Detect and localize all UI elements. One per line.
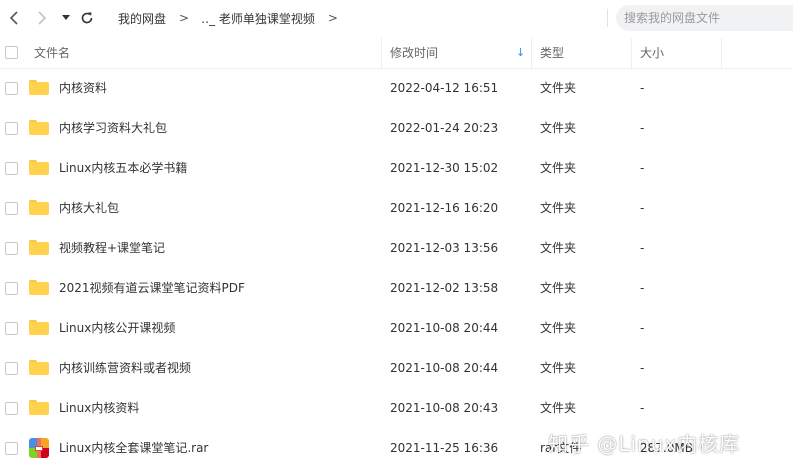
file-modified: 2021-10-08 20:44 bbox=[390, 321, 499, 335]
search-box bbox=[616, 5, 793, 31]
history-dropdown-button[interactable] bbox=[55, 7, 77, 29]
file-name[interactable]: 内核大礼包 bbox=[59, 188, 119, 228]
table-row[interactable]: 视频教程+课堂笔记 2021-12-03 13:56 文件夹 - bbox=[0, 228, 793, 268]
row-checkbox[interactable] bbox=[5, 122, 18, 135]
rar-archive-icon bbox=[29, 438, 49, 458]
column-header-modified[interactable]: 修改时间 bbox=[390, 38, 438, 68]
folder-icon bbox=[29, 320, 49, 335]
table-row[interactable]: 2021视频有道云课堂笔记资料PDF 2021-12-02 13:58 文件夹 … bbox=[0, 268, 793, 308]
file-name[interactable]: Linux内核全套课堂笔记.rar bbox=[59, 428, 208, 468]
file-type: 文件夹 bbox=[540, 241, 577, 255]
file-size: - bbox=[640, 321, 645, 335]
table-row[interactable]: 内核训练营资料或者视频 2021-10-08 20:44 文件夹 - bbox=[0, 348, 793, 388]
back-button[interactable] bbox=[3, 7, 25, 29]
file-name[interactable]: 内核学习资料大礼包 bbox=[59, 108, 167, 148]
file-type: 文件夹 bbox=[540, 201, 577, 215]
watermark: 知乎 @Linux内核库 bbox=[548, 432, 741, 456]
file-size: - bbox=[640, 361, 645, 375]
folder-icon bbox=[29, 280, 49, 295]
refresh-icon bbox=[81, 12, 93, 24]
file-name[interactable]: 内核训练营资料或者视频 bbox=[59, 348, 191, 388]
file-modified: 2021-12-03 13:56 bbox=[390, 241, 499, 255]
file-type: 文件夹 bbox=[540, 281, 577, 295]
file-type: 文件夹 bbox=[540, 401, 577, 415]
file-size: - bbox=[640, 121, 645, 135]
row-checkbox[interactable] bbox=[5, 282, 18, 295]
chevron-right-icon bbox=[38, 11, 47, 25]
toolbar-divider bbox=[607, 9, 608, 27]
folder-icon bbox=[29, 160, 49, 175]
table-row[interactable]: 内核资料 2022-04-12 16:51 文件夹 - bbox=[0, 68, 793, 108]
file-name[interactable]: Linux内核资料 bbox=[59, 388, 139, 428]
file-type: 文件夹 bbox=[540, 161, 577, 175]
column-header-type[interactable]: 类型 bbox=[540, 38, 564, 68]
file-type: 文件夹 bbox=[540, 121, 577, 135]
table-row[interactable]: Linux内核资料 2021-10-08 20:43 文件夹 - bbox=[0, 388, 793, 428]
folder-icon bbox=[29, 400, 49, 415]
caret-down-icon bbox=[62, 15, 70, 20]
column-header-size[interactable]: 大小 bbox=[640, 38, 664, 68]
folder-icon bbox=[29, 200, 49, 215]
file-name[interactable]: Linux内核公开课视频 bbox=[59, 308, 175, 348]
file-modified: 2021-11-25 16:36 bbox=[390, 441, 499, 455]
row-checkbox[interactable] bbox=[5, 402, 18, 415]
chevron-left-icon bbox=[9, 11, 18, 25]
folder-icon bbox=[29, 240, 49, 255]
file-size: - bbox=[640, 241, 645, 255]
sort-down-arrow-icon[interactable]: ↓ bbox=[516, 38, 525, 68]
file-modified: 2021-12-30 15:02 bbox=[390, 161, 499, 175]
file-name[interactable]: 内核资料 bbox=[59, 68, 107, 108]
column-divider bbox=[631, 38, 632, 68]
breadcrumb-separator: > bbox=[179, 11, 190, 25]
file-size: - bbox=[640, 281, 645, 295]
file-name[interactable]: Linux内核五本必学书籍 bbox=[59, 148, 187, 188]
breadcrumb-separator[interactable]: > bbox=[328, 11, 338, 25]
file-type: 文件夹 bbox=[540, 361, 577, 375]
column-divider bbox=[381, 38, 382, 68]
row-checkbox[interactable] bbox=[5, 82, 18, 95]
breadcrumb-current[interactable]: ‥_ 老师单独课堂视频 bbox=[201, 10, 315, 27]
row-checkbox[interactable] bbox=[5, 322, 18, 335]
row-checkbox[interactable] bbox=[5, 162, 18, 175]
file-modified: 2022-04-12 16:51 bbox=[390, 81, 499, 95]
file-modified: 2022-01-24 20:23 bbox=[390, 121, 499, 135]
column-divider bbox=[721, 38, 722, 68]
folder-icon bbox=[29, 360, 49, 375]
file-modified: 2021-10-08 20:44 bbox=[390, 361, 499, 375]
file-name[interactable]: 视频教程+课堂笔记 bbox=[59, 228, 165, 268]
file-size: - bbox=[640, 201, 645, 215]
file-modified: 2021-12-16 16:20 bbox=[390, 201, 499, 215]
file-type: 文件夹 bbox=[540, 81, 577, 95]
row-checkbox[interactable] bbox=[5, 242, 18, 255]
table-row[interactable]: Linux内核公开课视频 2021-10-08 20:44 文件夹 - bbox=[0, 308, 793, 348]
column-header-name[interactable]: 文件名 bbox=[34, 38, 70, 68]
breadcrumb-root[interactable]: 我的网盘 bbox=[118, 10, 166, 27]
table-row[interactable]: 内核大礼包 2021-12-16 16:20 文件夹 - bbox=[0, 188, 793, 228]
file-type: 文件夹 bbox=[540, 321, 577, 335]
table-row[interactable]: Linux内核五本必学书籍 2021-12-30 15:02 文件夹 - bbox=[0, 148, 793, 188]
folder-icon bbox=[29, 80, 49, 95]
file-size: - bbox=[640, 81, 645, 95]
table-row[interactable]: 内核学习资料大礼包 2022-01-24 20:23 文件夹 - bbox=[0, 108, 793, 148]
row-checkbox[interactable] bbox=[5, 442, 18, 455]
file-name[interactable]: 2021视频有道云课堂笔记资料PDF bbox=[59, 268, 245, 308]
navigation-toolbar: 我的网盘 > ‥_ 老师单独课堂视频 > bbox=[0, 0, 793, 36]
file-size: - bbox=[640, 161, 645, 175]
row-checkbox[interactable] bbox=[5, 202, 18, 215]
forward-button[interactable] bbox=[31, 7, 53, 29]
file-size: - bbox=[640, 401, 645, 415]
file-modified: 2021-10-08 20:43 bbox=[390, 401, 499, 415]
file-list-header: 文件名 修改时间 ↓ 类型 大小 bbox=[0, 38, 793, 69]
file-modified: 2021-12-02 13:58 bbox=[390, 281, 499, 295]
refresh-button[interactable] bbox=[76, 7, 98, 29]
breadcrumb: 我的网盘 > ‥_ 老师单独课堂视频 > bbox=[118, 0, 350, 36]
search-input[interactable] bbox=[622, 10, 786, 26]
folder-icon bbox=[29, 120, 49, 135]
select-all-checkbox[interactable] bbox=[5, 46, 18, 59]
row-checkbox[interactable] bbox=[5, 362, 18, 375]
column-divider bbox=[531, 38, 532, 68]
